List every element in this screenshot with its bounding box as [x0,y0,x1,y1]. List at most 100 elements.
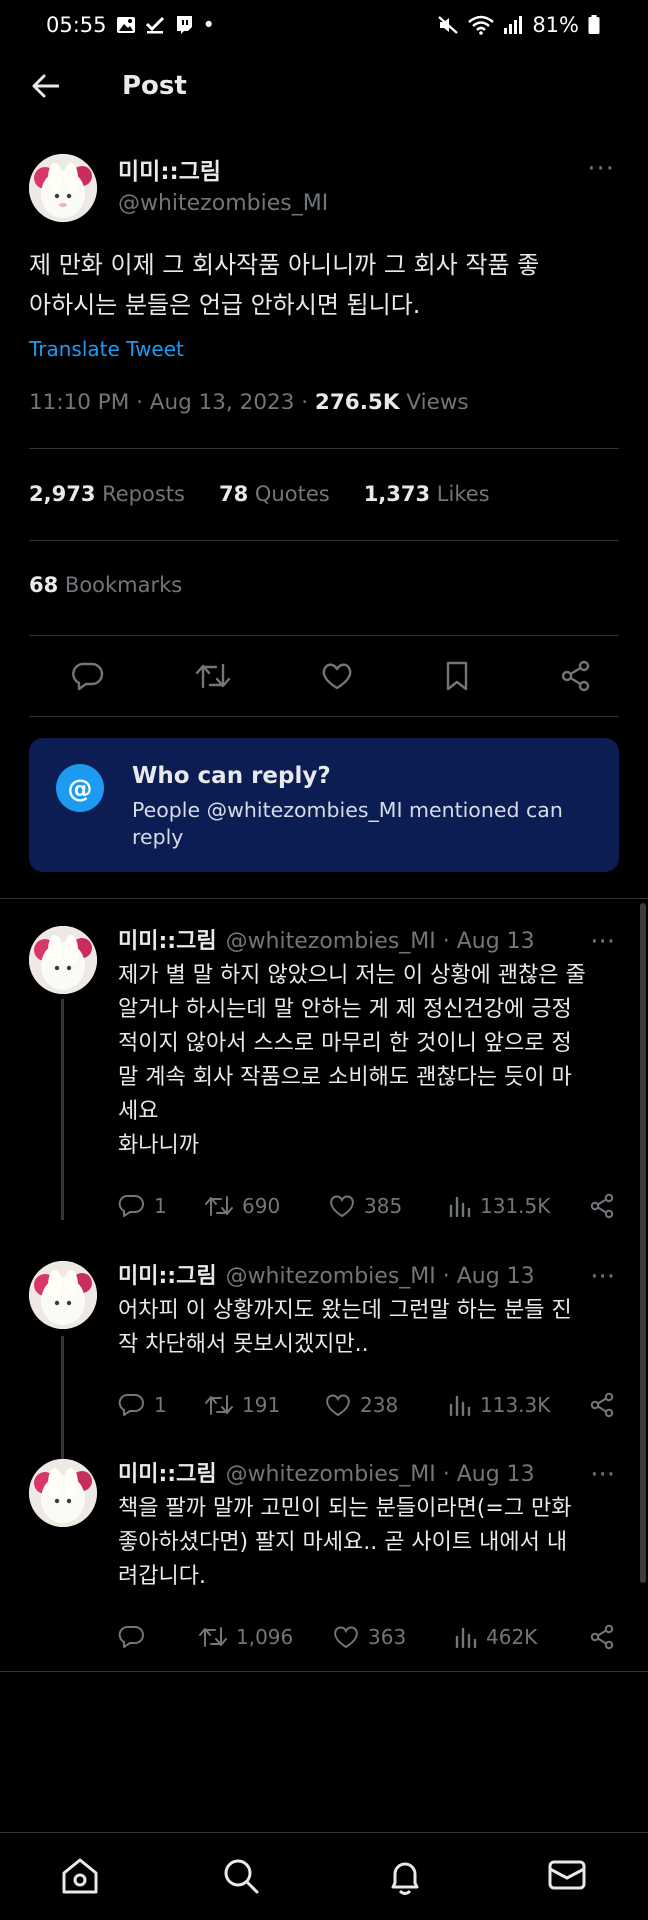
reply-actions: 1 191 238 113.3K [118,1388,620,1422]
reply-meta: @whitezombies_MI · Aug 13 [225,929,535,954]
reply-text-line: 어차피 이 상황까지도 왔는데 그런말 하는 분들 진 [118,1298,572,1323]
repost-action[interactable]: 191 [204,1393,280,1417]
reply-tweet[interactable]: 미미::그림 @whitezombies_MI · Aug 13 ··· 어차피… [0,1261,648,1422]
views-count: 131.5K [480,1194,551,1218]
more-options-button[interactable]: ··· [590,1459,615,1491]
repost-action[interactable]: 690 [204,1194,280,1218]
reply-text-line: 려갑니다. [118,1564,206,1589]
reply-text-line: 적이지 않아서 스스로 마무리 한 것이니 앞으로 정 [118,1031,572,1056]
reply-text-line: 제가 별 말 하지 않았으니 저는 이 상황에 괜찮은 줄 [118,963,586,988]
engagement-stats: 2,973 Reposts 78 Quotes 1,373 Likes [29,449,619,541]
display-name[interactable]: 미미::그림 [118,926,217,958]
who-can-reply-title: Who can reply? [132,763,331,789]
reply-header: 미미::그림 @whitezombies_MI · Aug 13 ··· [118,1459,620,1491]
reposts-count: 2,973 [29,482,96,506]
reply-tweet[interactable]: 미미::그림 @whitezombies_MI · Aug 13 ··· 제가 … [0,926,648,1223]
reply-action[interactable] [118,1624,154,1650]
reply-action[interactable]: 1 [118,1193,167,1219]
reposts-stat[interactable]: 2,973 Reposts [29,482,185,506]
user-handle[interactable]: @whitezombies_MI [118,188,328,220]
like-action[interactable]: 238 [324,1392,398,1418]
reply-count: 1 [154,1393,167,1417]
reply-text-line: 알거나 하시는데 말 안하는 게 제 정신건강에 긍정 [118,997,572,1022]
avatar[interactable] [29,1459,97,1527]
reply-text-line: 작 차단해서 못보시겠지만.. [118,1332,369,1357]
quotes-stat[interactable]: 78 Quotes [219,482,330,506]
bookmarks-label: Bookmarks [58,573,183,597]
views-action[interactable]: 462K [454,1625,537,1649]
more-options-button[interactable]: ··· [590,1261,615,1293]
scrollbar[interactable] [640,903,646,1583]
quotes-count: 78 [218,482,249,506]
bookmark-icon[interactable] [443,660,471,692]
display-name[interactable]: 미미::그림 [118,1459,217,1491]
tweet-text-line: 아하시는 분들은 언급 안하시면 됩니다. [29,291,421,319]
time-date[interactable]: 11:10 PM · Aug 13, 2023 · [29,390,315,415]
reply-text-line: 화나니까 [118,1133,199,1158]
more-options-button[interactable]: ··· [590,926,615,958]
display-name[interactable]: 미미::그림 [118,156,328,188]
like-action[interactable]: 363 [332,1624,406,1650]
wifi-icon [468,15,495,35]
share-icon[interactable] [588,1392,616,1418]
views-action[interactable]: 113.3K [448,1393,550,1417]
reply-tweet[interactable]: 미미::그림 @whitezombies_MI · Aug 13 ··· 책을 … [0,1459,648,1654]
tweet-text-line: 제 만화 이제 그 회사작품 아니니까 그 회사 작품 좋 [29,251,540,279]
reply-count: 1 [154,1194,167,1218]
like-icon[interactable] [320,661,354,691]
share-icon[interactable] [559,660,593,692]
views-label: Views [399,390,469,415]
views-action[interactable]: 131.5K [448,1194,550,1218]
avatar[interactable] [29,1261,97,1329]
share-icon[interactable] [588,1193,616,1219]
author-info: 미미::그림 @whitezombies_MI [118,156,328,220]
battery-percent: 81% [532,13,579,37]
status-left: 05:55 • [46,13,215,37]
reply-header: 미미::그림 @whitezombies_MI · Aug 13 ··· [118,926,620,958]
like-count: 238 [360,1393,399,1417]
home-icon[interactable] [60,1857,100,1895]
status-dot: • [202,13,215,37]
reply-header: 미미::그림 @whitezombies_MI · Aug 13 ··· [118,1261,620,1293]
likes-label: Likes [430,482,490,506]
main-tweet: 미미::그림 @whitezombies_MI ··· 제 만화 이제 그 회사… [0,154,648,872]
reply-icon[interactable] [71,661,105,691]
quotes-label: Quotes [248,482,330,506]
gallery-icon [116,16,136,34]
likes-stat[interactable]: 1,373 Likes [364,482,490,506]
bookmarks-stat[interactable]: 68 Bookmarks [29,541,619,636]
reply-actions: 1 690 385 131.5K [118,1189,620,1223]
search-icon[interactable] [222,1857,260,1895]
repost-count: 1,096 [236,1625,294,1649]
bookmarks-count: 68 [29,573,59,597]
reply-text: 책을 팔까 말까 고민이 되는 분들이라면(=그 만화 좋아하셨다면) 팔지 마… [118,1492,620,1594]
share-icon[interactable] [588,1624,616,1650]
like-count: 385 [364,1194,403,1218]
like-count: 363 [368,1625,407,1649]
page-title: Post [122,71,187,101]
avatar[interactable] [29,154,97,222]
at-mention-icon: @ [56,764,104,812]
repost-count: 191 [242,1393,281,1417]
messages-icon[interactable] [547,1857,587,1893]
like-action[interactable]: 385 [328,1193,402,1219]
check-icon [145,16,165,34]
more-options-button[interactable]: ··· [587,154,615,184]
status-right: 81% [437,13,600,37]
likes-count: 1,373 [363,482,431,506]
section-divider [0,898,648,899]
notifications-icon[interactable] [386,1857,424,1897]
who-can-reply-text: Who can reply? People @whitezombies_MI m… [132,760,592,872]
repost-action[interactable]: 1,096 [198,1625,293,1649]
translate-link[interactable]: Translate Tweet [29,337,619,361]
reply-action[interactable]: 1 [118,1392,167,1418]
repost-icon[interactable] [194,661,232,691]
tweet-author-row: 미미::그림 @whitezombies_MI ··· [29,154,619,222]
who-can-reply-subtitle: People @whitezombies_MI mentioned can re… [132,798,563,849]
back-arrow-icon[interactable] [30,71,60,101]
avatar[interactable] [29,926,97,994]
reply-text: 제가 별 말 하지 않았으니 저는 이 상황에 괜찮은 줄 알거나 하시는데 말… [118,959,620,1163]
bottom-navigation [0,1832,648,1920]
reply-text-line: 세요 [118,1099,159,1124]
display-name[interactable]: 미미::그림 [118,1261,217,1293]
